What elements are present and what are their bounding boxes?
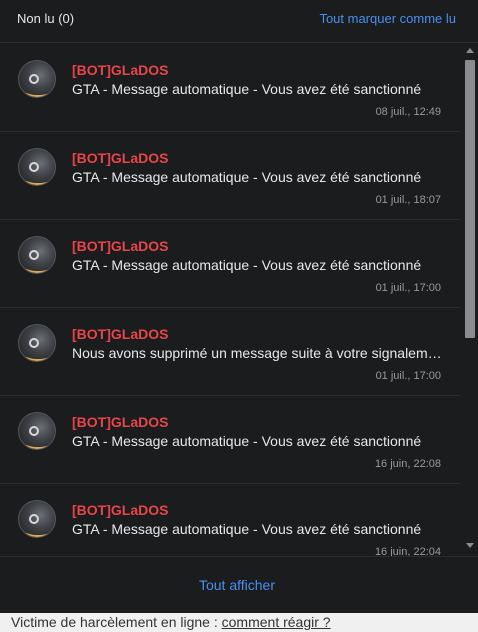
scroll-up-icon[interactable]	[466, 48, 474, 53]
avatar	[18, 148, 56, 186]
notification-author: [BOT]GLaDOS	[72, 502, 169, 518]
notifications-footer: Tout afficher	[0, 556, 478, 613]
notification-date: 01 juil., 17:00	[375, 282, 441, 294]
harassment-help-link[interactable]: comment réagir ?	[222, 614, 331, 630]
notification-author: [BOT]GLaDOS	[72, 62, 169, 78]
notification-message: Nous avons supprimé un message suite à v…	[72, 345, 444, 361]
avatar	[18, 236, 56, 274]
notification-item[interactable]: [BOT]GLaDOS GTA - Message automatique - …	[0, 44, 460, 132]
notification-author: [BOT]GLaDOS	[72, 414, 169, 430]
notification-author: [BOT]GLaDOS	[72, 150, 169, 166]
avatar	[18, 412, 56, 450]
notification-message: GTA - Message automatique - Vous avez ét…	[72, 169, 422, 185]
harassment-help-label: Victime de harcèlement en ligne :	[11, 614, 222, 630]
notification-message: GTA - Message automatique - Vous avez ét…	[72, 81, 422, 97]
notification-message: GTA - Message automatique - Vous avez ét…	[72, 433, 422, 449]
notification-list[interactable]: [BOT]GLaDOS GTA - Message automatique - …	[0, 44, 460, 556]
avatar	[18, 500, 56, 538]
notification-item[interactable]: [BOT]GLaDOS GTA - Message automatique - …	[0, 132, 460, 220]
show-all-link[interactable]: Tout afficher	[0, 577, 474, 593]
notification-date: 08 juil., 12:49	[375, 106, 441, 118]
unread-count-label: Non lu (0)	[17, 11, 75, 26]
notification-message: GTA - Message automatique - Vous avez ét…	[72, 521, 422, 537]
notification-author: [BOT]GLaDOS	[72, 238, 169, 254]
harassment-help-text: Victime de harcèlement en ligne : commen…	[11, 614, 331, 630]
notification-date: 01 juil., 17:00	[375, 370, 441, 382]
notification-item[interactable]: [BOT]GLaDOS GTA - Message automatique - …	[0, 396, 460, 484]
notification-message: GTA - Message automatique - Vous avez ét…	[72, 257, 422, 273]
notifications-header: Non lu (0) Tout marquer comme lu	[0, 0, 478, 43]
notification-item[interactable]: [BOT]GLaDOS GTA - Message automatique - …	[0, 220, 460, 308]
scrollbar-thumb[interactable]	[465, 60, 475, 338]
notification-date: 01 juil., 18:07	[375, 194, 441, 206]
avatar	[18, 60, 56, 98]
notification-item[interactable]: [BOT]GLaDOS GTA - Message automatique - …	[0, 484, 460, 556]
harassment-help-bar: Victime de harcèlement en ligne : commen…	[0, 613, 478, 632]
notification-date: 16 juin, 22:04	[374, 546, 441, 556]
avatar	[18, 324, 56, 362]
notification-item[interactable]: [BOT]GLaDOS Nous avons supprimé un messa…	[0, 308, 460, 396]
notification-date: 16 juin, 22:08	[374, 458, 441, 470]
scroll-down-icon[interactable]	[466, 543, 474, 548]
mark-all-read-link[interactable]: Tout marquer comme lu	[319, 11, 456, 26]
notification-author: [BOT]GLaDOS	[72, 326, 169, 342]
